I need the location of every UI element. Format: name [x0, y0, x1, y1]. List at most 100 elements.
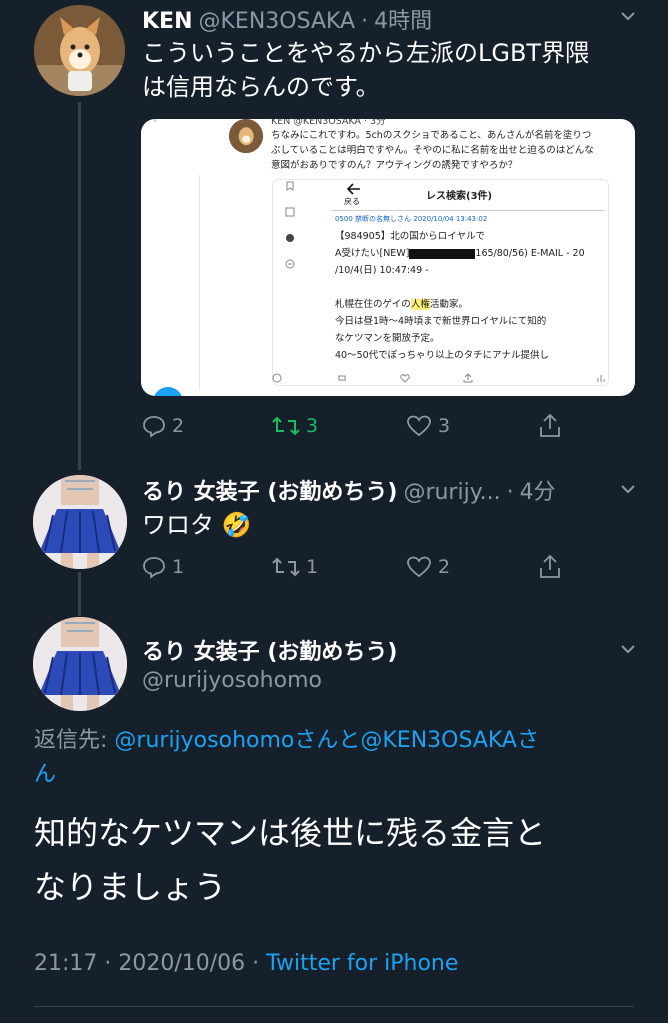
tweet-text: こういうことをやるから左派のLGBT界隈 は信用ならんのです。 [142, 36, 642, 104]
avatar[interactable] [34, 5, 125, 96]
tweet-actions: 1 1 2 [142, 554, 562, 580]
tweet-text-content: ワロタ [142, 511, 214, 539]
post-line: A受けたい[NEW] 165/80/56) E-MAIL - 20 [335, 245, 607, 262]
embed-avatar [229, 119, 263, 153]
post-line: /10/4(日) 10:47:49 - [335, 265, 429, 276]
embed-reply-icon [272, 373, 282, 383]
focused-tweet-text: 知的なケツマンは後世に残る金言と なりましょう [34, 806, 654, 914]
divider [34, 1006, 634, 1007]
reply-icon [143, 416, 165, 438]
retweet-button[interactable]: 1 [272, 555, 318, 579]
heart-icon [407, 556, 431, 578]
embed-stats-icon [597, 375, 605, 382]
retweet-count: 3 [306, 415, 319, 437]
author-handle[interactable]: @rurijy... [403, 480, 500, 505]
reply-to: 返信先: @rurijyosohomoさんと@KEN3OSAKAさ ん [34, 724, 634, 792]
post-text: 活動家。 [429, 299, 468, 310]
tweet-time[interactable]: 4分 [520, 474, 556, 506]
share-button[interactable] [538, 554, 562, 580]
embed-text-line: ちなみにこれですわ。5chのスクショであること、あんさんが名前を塗りつ [271, 130, 592, 141]
like-count: 2 [438, 556, 451, 578]
embed-share-icon [463, 373, 473, 383]
tweet-text: ワロタ 🤣 [142, 508, 252, 542]
redaction-bar [409, 248, 476, 259]
back-label: 戻る [344, 197, 360, 206]
timestamp[interactable]: 21:17 · 2020/10/06 · [34, 951, 266, 976]
search-title: レス検索(3件) [426, 191, 493, 202]
thread-line [78, 572, 81, 616]
skirt-avatar-image [33, 475, 127, 569]
post-line: 今日は昼1時〜4時頃まで新世界ロイヤルにて知的 [335, 316, 547, 327]
decorative-dot [153, 119, 157, 122]
post-text: 札幌在住のゲイの [335, 299, 411, 310]
tweet-header: るり 女装子 (お勤めちう) @rurijy... · 4分 [142, 474, 556, 506]
retweet-icon [272, 416, 300, 436]
tweet-image[interactable]: KEN @KEN3OSAKA · 3分 ちなみにこれですわ。5chのスクショであ… [141, 119, 635, 396]
reply-button[interactable]: 2 [142, 414, 184, 438]
reply-to-joiner: さんと [294, 728, 361, 753]
retweet-icon [272, 557, 300, 577]
share-icon [540, 554, 560, 578]
retweet-count: 1 [306, 556, 319, 578]
chevron-down-icon[interactable] [621, 642, 635, 656]
post-body: 【984905】北の国からロイヤルで A受けたい[NEW] 165/80/56) … [335, 228, 607, 364]
retweet-button[interactable]: 3 [272, 414, 318, 438]
embed-text: ちなみにこれですわ。5chのスクショであること、あんさんが名前を塗りつ ぶしてい… [271, 128, 631, 173]
avatar[interactable] [33, 617, 127, 711]
reply-count: 1 [172, 556, 185, 578]
reply-button[interactable]: 1 [142, 555, 184, 579]
rofl-emoji: 🤣 [221, 511, 252, 539]
back-arrow-icon [347, 183, 360, 195]
post-line: 札幌在住のゲイの人権活動家。 [335, 296, 607, 313]
post-text: 165/80/56) E-MAIL - 20 [475, 248, 585, 259]
embed-text-line: ぶしていることは明白ですやん。そやのに私に名前を出せと迫るのはどんな [271, 145, 594, 156]
reply-to-handle[interactable]: @rurijyosohomo [114, 728, 294, 753]
post-text: A受けたい[NEW] [335, 248, 410, 259]
tweet-text-line: は信用ならんのです。 [142, 73, 380, 101]
reply-count: 2 [172, 415, 185, 437]
tweet-text-line: 知的なケツマンは後世に残る金言と [34, 814, 547, 852]
tweet-text-line: なりましょう [34, 868, 227, 906]
share-icon [540, 413, 560, 437]
author-name[interactable]: るり 女装子 (お勤めちう) [142, 474, 397, 506]
embed-fab [153, 387, 183, 396]
tweet-actions: 2 3 3 [142, 413, 562, 439]
shiba-dog-avatar-image [34, 5, 125, 96]
tweet-text-line: こういうことをやるから左派のLGBT界隈 [142, 39, 590, 67]
reply-to-suffix: ん [34, 762, 57, 787]
like-button[interactable]: 2 [406, 555, 450, 579]
reply-to-handle[interactable]: @KEN3OSAKA [360, 728, 517, 753]
post-line: 40〜50代でぽっちゃり以上のタチにアナル提供し [335, 350, 549, 361]
post-line: なケツマンを開放予定。 [335, 333, 440, 344]
embed-like-icon [400, 374, 410, 383]
source-link[interactable]: Twitter for iPhone [266, 951, 458, 976]
author-name[interactable]: KEN [142, 9, 193, 34]
like-count: 3 [438, 415, 451, 437]
highlighted-text: 人権 [410, 299, 430, 310]
tweet-meta: 21:17 · 2020/10/06 · Twitter for iPhone [34, 951, 458, 976]
author-name[interactable]: るり 女装子 (お勤めちう) [142, 634, 397, 666]
heart-icon [407, 415, 431, 437]
skirt-avatar-image [33, 617, 127, 711]
embed-card: 戻る レス検索(3件) 0500 禁断の名無しさん 2020/10/04 13:… [272, 179, 609, 386]
embed-retweet-icon [338, 375, 346, 381]
embed-text-line: 意図がおありですのん？アウティングの誘発ですやろか？ [271, 160, 518, 171]
embed-divider [199, 175, 200, 390]
tweet-header: KEN @KEN3OSAKA · 4時間 [142, 3, 432, 35]
author-handle[interactable]: @rurijyosohomo [142, 668, 322, 693]
separator-dot: · [506, 480, 514, 505]
chevron-down-icon[interactable] [621, 482, 635, 496]
reply-icon [143, 557, 165, 579]
post-line: 【984905】北の国からロイヤルで [335, 231, 485, 242]
separator-dot: · [361, 9, 369, 34]
author-handle[interactable]: @KEN3OSAKA [199, 9, 356, 34]
reply-prefix: 返信先: [34, 728, 115, 753]
tweet-time[interactable]: 4時間 [374, 3, 432, 35]
reply-to-line: 返信先: @rurijyosohomoさんと@KEN3OSAKAさ [34, 724, 634, 758]
reply-to-suffix: さ [517, 728, 540, 753]
share-button[interactable] [538, 413, 562, 439]
like-button[interactable]: 3 [406, 414, 450, 438]
chevron-down-icon[interactable] [621, 9, 635, 23]
avatar[interactable] [33, 475, 127, 569]
